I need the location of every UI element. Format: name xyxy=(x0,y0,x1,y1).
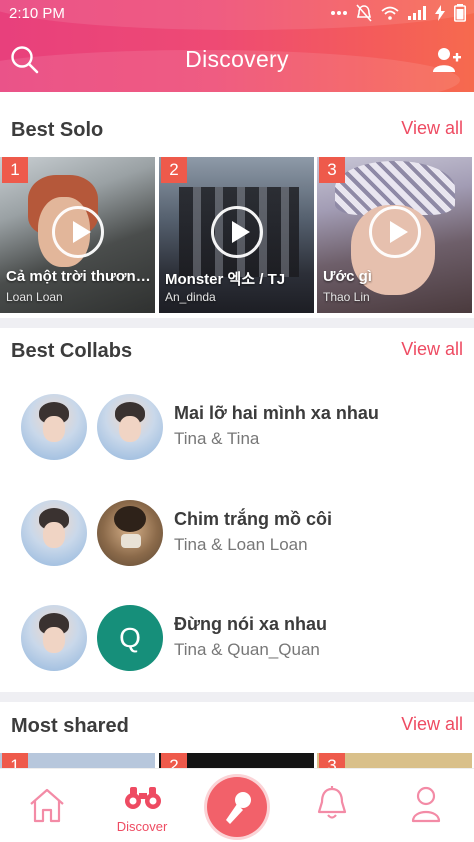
microphone-icon xyxy=(226,792,251,824)
shared-card[interactable]: 3 xyxy=(317,753,472,769)
avatar xyxy=(21,394,87,460)
best-collabs-view-all-link[interactable]: View all xyxy=(401,339,463,360)
rank-badge: 2 xyxy=(161,753,187,769)
collab-song-title: Đừng nói xa nhau xyxy=(174,614,328,634)
nav-profile[interactable] xyxy=(406,769,446,842)
nav-discover-label: Discover xyxy=(116,819,168,834)
rank-badge: 3 xyxy=(319,753,345,769)
solo-singer: An_dinda xyxy=(165,290,216,304)
most-shared-view-all-link[interactable]: View all xyxy=(401,714,463,735)
shared-card[interactable]: 1 xyxy=(0,753,155,769)
collab-artists: Tina & Loan Loan xyxy=(174,535,308,554)
status-icons xyxy=(331,4,466,22)
avatar xyxy=(21,605,87,671)
more-dots-icon xyxy=(331,10,347,16)
collab-artists: Tina & Quan_Quan xyxy=(174,640,320,659)
collab-list-item[interactable]: Q Đừng nói xa nhau Tina & Quan_Quan xyxy=(0,605,474,705)
home-icon xyxy=(30,788,64,823)
collab-list-item[interactable]: Chim trắng mồ côi Tina & Loan Loan xyxy=(0,500,474,600)
shared-card[interactable]: 2 xyxy=(159,753,314,769)
best-solo-title: Best Solo xyxy=(11,119,104,141)
section-divider xyxy=(0,692,474,702)
solo-card[interactable]: 1 Cả một trời thương... Loan Loan xyxy=(0,157,155,313)
collab-list-item[interactable]: Mai lỡ hai mình xa nhau Tina & Tina xyxy=(0,394,474,494)
solo-singer: Thao Lin xyxy=(323,290,370,304)
avatar xyxy=(97,394,163,460)
nav-home[interactable] xyxy=(27,769,67,842)
nav-discover[interactable]: Discover xyxy=(102,769,182,842)
avatar xyxy=(97,500,163,566)
add-friend-button[interactable] xyxy=(432,46,462,74)
play-icon[interactable] xyxy=(210,205,263,258)
rank-badge: 2 xyxy=(161,157,187,183)
solo-singer: Loan Loan xyxy=(6,290,63,304)
nav-notifications[interactable] xyxy=(312,769,352,842)
battery-icon xyxy=(454,4,466,22)
add-user-icon xyxy=(433,48,461,72)
bell-icon xyxy=(317,786,347,819)
avatar xyxy=(21,500,87,566)
most-shared-list: 1 2 3 xyxy=(0,753,474,769)
play-icon[interactable] xyxy=(368,205,421,258)
profile-icon xyxy=(411,786,441,823)
avatar-letter: Q xyxy=(97,605,163,671)
best-solo-list: 1 Cả một trời thương... Loan Loan 2 Mons… xyxy=(0,157,474,313)
binoculars-icon xyxy=(125,787,161,809)
collab-artists: Tina & Tina xyxy=(174,429,260,448)
rank-badge: 1 xyxy=(2,157,28,183)
section-divider xyxy=(0,318,474,328)
best-collabs-title: Best Collabs xyxy=(11,340,133,362)
play-icon[interactable] xyxy=(51,205,104,258)
rank-badge: 1 xyxy=(2,753,28,769)
status-time: 2:10 PM xyxy=(9,5,65,22)
bottom-navigation: Discover xyxy=(0,768,474,842)
sing-record-button[interactable] xyxy=(207,777,267,837)
charging-icon xyxy=(435,5,445,21)
rank-badge: 3 xyxy=(319,157,345,183)
solo-song-title: Cả một trời thương... xyxy=(6,268,151,285)
page-title: Discovery xyxy=(185,46,289,72)
mute-bell-icon xyxy=(356,4,372,22)
solo-song-title: Ước gì xyxy=(323,268,372,285)
solo-card[interactable]: 2 Monster 엑소 / TJ An_dinda xyxy=(159,157,314,313)
wifi-icon xyxy=(381,6,399,20)
collab-song-title: Mai lỡ hai mình xa nhau xyxy=(174,403,379,423)
collab-song-title: Chim trắng mồ côi xyxy=(174,509,333,529)
most-shared-title: Most shared xyxy=(11,715,129,737)
status-bar: 2:10 PM xyxy=(0,0,474,28)
solo-song-title: Monster 엑소 / TJ xyxy=(165,271,286,288)
best-solo-view-all-link[interactable]: View all xyxy=(401,118,463,139)
signal-icon xyxy=(408,6,426,20)
app-header: 2:10 PM Discovery xyxy=(0,0,474,92)
solo-card[interactable]: 3 Ước gì Thao Lin xyxy=(317,157,472,313)
